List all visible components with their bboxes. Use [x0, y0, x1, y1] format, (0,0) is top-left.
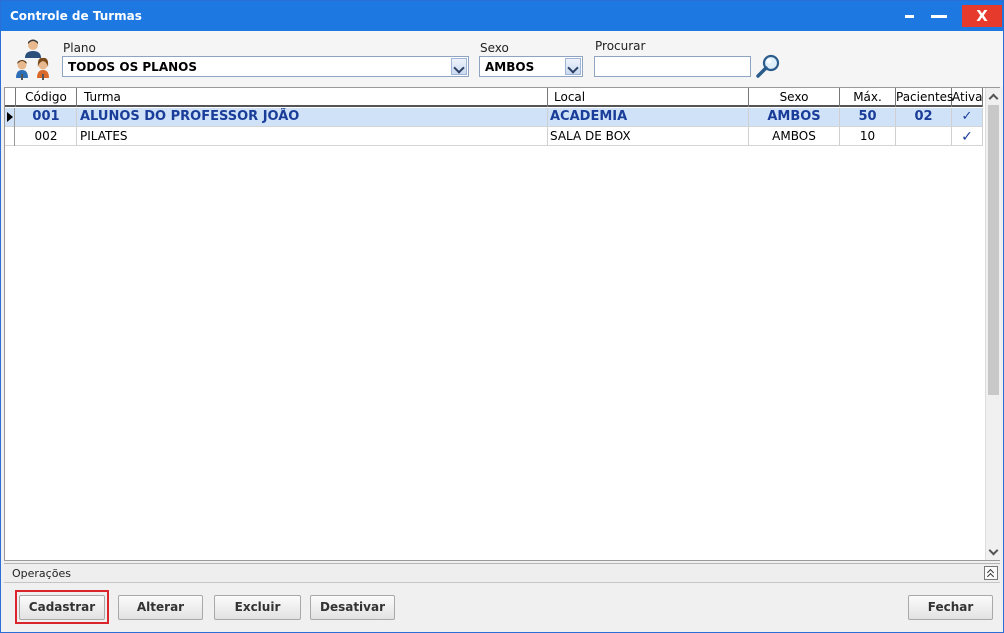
operations-bar: Operações: [4, 563, 1000, 583]
cell-local: ACADEMIA: [548, 108, 749, 127]
cadastrar-button[interactable]: Cadastrar: [19, 595, 105, 620]
column-header-codigo[interactable]: Código: [16, 88, 77, 107]
grid-header: Código Turma Local Sexo Máx. Pacientes A…: [5, 88, 983, 107]
scroll-up-icon[interactable]: [986, 88, 1001, 104]
cell-pacientes: [896, 127, 952, 146]
cell-ativa-check-icon: ✓: [952, 127, 983, 146]
column-header-max[interactable]: Máx.: [840, 88, 896, 107]
fechar-button[interactable]: Fechar: [908, 595, 993, 620]
column-header-sexo[interactable]: Sexo: [749, 88, 840, 107]
button-bar: Cadastrar Alterar Excluir Desativar Fech…: [1, 584, 1003, 632]
column-header-pacientes[interactable]: Pacientes: [896, 88, 953, 107]
collapse-button[interactable]: [984, 566, 998, 581]
excluir-button[interactable]: Excluir: [214, 595, 301, 620]
sexo-value: AMBOS: [485, 60, 535, 74]
cell-max: 50: [840, 108, 896, 127]
table-row[interactable]: 002 PILATES SALA DE BOX AMBOS 10 ✓: [5, 127, 983, 146]
minimize-button[interactable]: [898, 3, 922, 27]
cell-max: 10: [840, 127, 896, 146]
cell-sexo: AMBOS: [749, 127, 840, 146]
plano-label: Plano: [63, 41, 96, 55]
window-title: Controle de Turmas: [10, 9, 142, 23]
cell-codigo: 001: [16, 108, 77, 127]
maximize-button[interactable]: [927, 3, 951, 27]
search-input[interactable]: [594, 56, 751, 77]
people-group-icon: [16, 39, 49, 80]
table-row[interactable]: 001 ALUNOS DO PROFESSOR JOÃO ACADEMIA AM…: [5, 108, 983, 127]
plano-value: TODOS OS PLANOS: [68, 60, 198, 74]
filter-panel: Plano TODOS OS PLANOS Sexo AMBOS Procura…: [1, 31, 1003, 87]
vertical-scrollbar[interactable]: [985, 88, 1000, 560]
column-header-turma[interactable]: Turma: [77, 88, 548, 107]
main-window: Controle de Turmas X Plano TODOS OS PLAN…: [0, 0, 1004, 633]
alterar-button[interactable]: Alterar: [118, 595, 203, 620]
cell-turma: PILATES: [77, 127, 548, 146]
chevron-up-icon: [986, 572, 995, 581]
header-indicator: [5, 88, 16, 107]
sexo-select[interactable]: AMBOS: [479, 56, 583, 77]
cell-codigo: 002: [16, 127, 77, 146]
procurar-label: Procurar: [595, 39, 646, 53]
plano-select[interactable]: TODOS OS PLANOS: [62, 56, 469, 77]
chevron-down-icon[interactable]: [565, 58, 581, 75]
row-indicator: [5, 108, 15, 127]
chevron-down-icon[interactable]: [451, 58, 467, 75]
scroll-thumb[interactable]: [988, 105, 999, 395]
close-button[interactable]: X: [962, 5, 1002, 27]
row-indicator: [5, 127, 15, 146]
current-row-arrow-icon: [7, 112, 13, 122]
desativar-button[interactable]: Desativar: [310, 595, 395, 620]
magnifier-icon[interactable]: [755, 53, 781, 79]
cell-pacientes: 02: [896, 108, 952, 127]
column-header-local[interactable]: Local: [548, 88, 749, 107]
title-bar[interactable]: Controle de Turmas X: [1, 1, 1003, 31]
cell-ativa-check-icon: ✓: [952, 108, 983, 127]
scroll-down-icon[interactable]: [986, 544, 1001, 560]
cell-sexo: AMBOS: [749, 108, 840, 127]
operations-label: Operações: [12, 567, 71, 580]
turmas-grid[interactable]: Código Turma Local Sexo Máx. Pacientes A…: [4, 87, 1000, 561]
sexo-label: Sexo: [480, 41, 509, 55]
cell-turma: ALUNOS DO PROFESSOR JOÃO: [77, 108, 548, 127]
column-header-ativa[interactable]: Ativa: [952, 88, 983, 107]
cell-local: SALA DE BOX: [548, 127, 749, 146]
